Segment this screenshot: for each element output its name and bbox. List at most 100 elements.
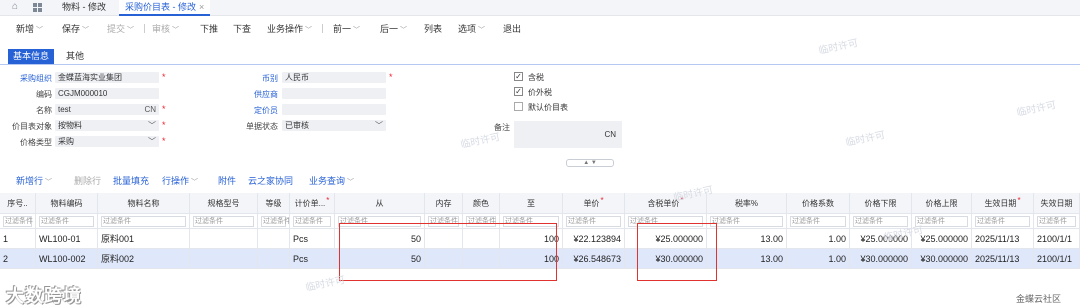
filter-input-seq[interactable]: 过滤条件: [3, 215, 33, 227]
column-header-unit[interactable]: 计价单... *: [290, 193, 335, 213]
column-header-color[interactable]: 颜色: [463, 193, 500, 213]
cell-spec[interactable]: [190, 249, 258, 268]
add-row-button[interactable]: 新增行 ﹀: [16, 174, 52, 187]
cell-exp-date[interactable]: 2100/1/1: [1034, 229, 1080, 248]
options-button[interactable]: 选项 ﹀: [458, 22, 485, 35]
submit-button[interactable]: 提交 ﹀: [107, 22, 134, 35]
cell-material-name[interactable]: 原料002: [98, 249, 190, 268]
collapse-toggle[interactable]: ▲ ▼: [566, 159, 614, 167]
filter-input-spec[interactable]: 过滤条件: [193, 215, 254, 227]
default-price-list-checkbox[interactable]: [514, 102, 523, 111]
tab-material-edit[interactable]: 物料 - 修改: [56, 0, 112, 16]
new-button[interactable]: 新增 ﹀: [16, 22, 43, 35]
cell-unit-price[interactable]: ¥26.548673: [563, 249, 625, 268]
column-header-material-code[interactable]: 物料编码: [36, 193, 98, 213]
exit-button[interactable]: 退出: [503, 22, 521, 35]
supplier-field[interactable]: [282, 88, 386, 99]
list-button[interactable]: 列表: [424, 22, 442, 35]
chevron-down-icon: ﹀: [305, 27, 313, 34]
name-field[interactable]: test CN: [55, 104, 159, 115]
cloud-collab-button[interactable]: 云之家协同: [248, 174, 293, 187]
column-header-price-coef[interactable]: 价格系数: [787, 193, 850, 213]
cell-unit-price[interactable]: ¥22.123894: [563, 229, 625, 248]
column-header-grade[interactable]: 等级: [258, 193, 290, 213]
tab-purchase-price-list[interactable]: 采购价目表 - 修改 ×: [119, 0, 211, 16]
cell-exp-date[interactable]: 2100/1/1: [1034, 249, 1080, 268]
tab-basic-info[interactable]: 基本信息: [8, 49, 55, 64]
cell-price-min[interactable]: ¥30.000000: [850, 249, 912, 268]
filter-input-grade[interactable]: 过滤条件: [261, 215, 289, 227]
home-icon[interactable]: ⌂: [12, 2, 22, 12]
column-header-tax-rate[interactable]: 税率%: [707, 193, 787, 213]
filter-input-price-max[interactable]: 过滤条件: [915, 215, 968, 227]
cell-material-code[interactable]: WL100-01: [36, 229, 98, 248]
delete-row-button[interactable]: 删除行: [74, 174, 101, 187]
column-header-exp-date[interactable]: 失效日期: [1034, 193, 1080, 213]
business-ops-button[interactable]: 业务操作 ﹀: [267, 22, 312, 35]
filter-input-material-name[interactable]: 过滤条件: [101, 215, 186, 227]
column-header-spec[interactable]: 规格型号: [190, 193, 258, 213]
currency-field[interactable]: 人民币: [282, 72, 386, 83]
close-icon[interactable]: ×: [199, 2, 204, 12]
query-down-button[interactable]: 下查: [233, 22, 251, 35]
cell-seq[interactable]: 1: [0, 229, 36, 248]
batch-fill-button[interactable]: 批量填充: [113, 174, 149, 187]
cell-grade[interactable]: [258, 249, 290, 268]
required-mark: *: [600, 196, 604, 205]
next-button[interactable]: 后一 ﹀: [380, 22, 407, 35]
currency-label[interactable]: 币别: [232, 73, 278, 84]
row-ops-button[interactable]: 行操作 ﹀: [162, 174, 198, 187]
supplier-label[interactable]: 供应商: [232, 89, 278, 100]
cell-unit[interactable]: Pcs: [290, 229, 335, 248]
save-button[interactable]: 保存 ﹀: [62, 22, 89, 35]
cell-tax-rate[interactable]: 13.00: [707, 249, 787, 268]
cell-tax-rate[interactable]: 13.00: [707, 229, 787, 248]
next-label: 后一: [380, 24, 399, 34]
price-object-select[interactable]: 按物料 ﹀: [55, 120, 159, 131]
doc-status-select[interactable]: 已审核 ﹀: [282, 120, 386, 131]
audit-button[interactable]: 审核 ﹀: [152, 22, 179, 35]
cell-eff-date[interactable]: 2025/11/13: [972, 249, 1034, 268]
push-down-button[interactable]: 下推: [200, 22, 218, 35]
column-header-seq[interactable]: 序号..: [0, 193, 36, 213]
filter-input-unit[interactable]: 过滤条件: [293, 215, 331, 227]
filter-input-exp-date[interactable]: 过滤条件: [1037, 215, 1076, 227]
tab-other[interactable]: 其他: [61, 49, 89, 64]
column-header-from[interactable]: 从: [335, 193, 425, 213]
price-type-select[interactable]: 采购 ﹀: [55, 136, 159, 147]
cell-seq[interactable]: 2: [0, 249, 36, 268]
cell-grade[interactable]: [258, 229, 290, 248]
attachment-button[interactable]: 附件: [218, 174, 236, 187]
filter-input-tax-rate[interactable]: 过滤条件: [710, 215, 783, 227]
column-header-price-min[interactable]: 价格下限: [850, 193, 912, 213]
filter-input-price-coef[interactable]: 过滤条件: [790, 215, 846, 227]
memo-field[interactable]: CN: [514, 121, 622, 148]
filter-input-eff-date[interactable]: 过滤条件: [975, 215, 1030, 227]
cell-material-code[interactable]: WL100-002: [36, 249, 98, 268]
tax-included-checkbox[interactable]: ✓: [514, 72, 523, 81]
org-field[interactable]: 金蝶蓝海实业集团: [55, 72, 159, 83]
cell-unit[interactable]: Pcs: [290, 249, 335, 268]
pricer-field[interactable]: [282, 104, 386, 115]
column-header-price-max[interactable]: 价格上限: [912, 193, 972, 213]
pricer-label[interactable]: 定价员: [232, 105, 278, 116]
app-grid-icon[interactable]: [33, 3, 42, 12]
column-header-unit-price[interactable]: 单价 *: [563, 193, 625, 213]
filter-input-material-code[interactable]: 过滤条件: [39, 215, 94, 227]
org-label[interactable]: 采购组织: [14, 73, 52, 84]
cell-price-coef[interactable]: 1.00: [787, 249, 850, 268]
code-field[interactable]: CGJM000010: [55, 88, 159, 99]
cell-material-name[interactable]: 原料001: [98, 229, 190, 248]
filter-input-unit-price[interactable]: 过滤条件: [566, 215, 621, 227]
cell-price-max[interactable]: ¥30.000000: [912, 249, 972, 268]
cell-spec[interactable]: [190, 229, 258, 248]
business-query-button[interactable]: 业务查询 ﹀: [309, 174, 354, 187]
cell-price-coef[interactable]: 1.00: [787, 229, 850, 248]
prev-button[interactable]: 前一 ﹀: [333, 22, 360, 35]
vat-checkbox[interactable]: ✓: [514, 87, 523, 96]
cell-eff-date[interactable]: 2025/11/13: [972, 229, 1034, 248]
column-header-to[interactable]: 至: [500, 193, 563, 213]
column-header-memory[interactable]: 内存: [425, 193, 463, 213]
column-header-eff-date[interactable]: 生效日期 *: [972, 193, 1034, 213]
column-header-material-name[interactable]: 物料名称: [98, 193, 190, 213]
